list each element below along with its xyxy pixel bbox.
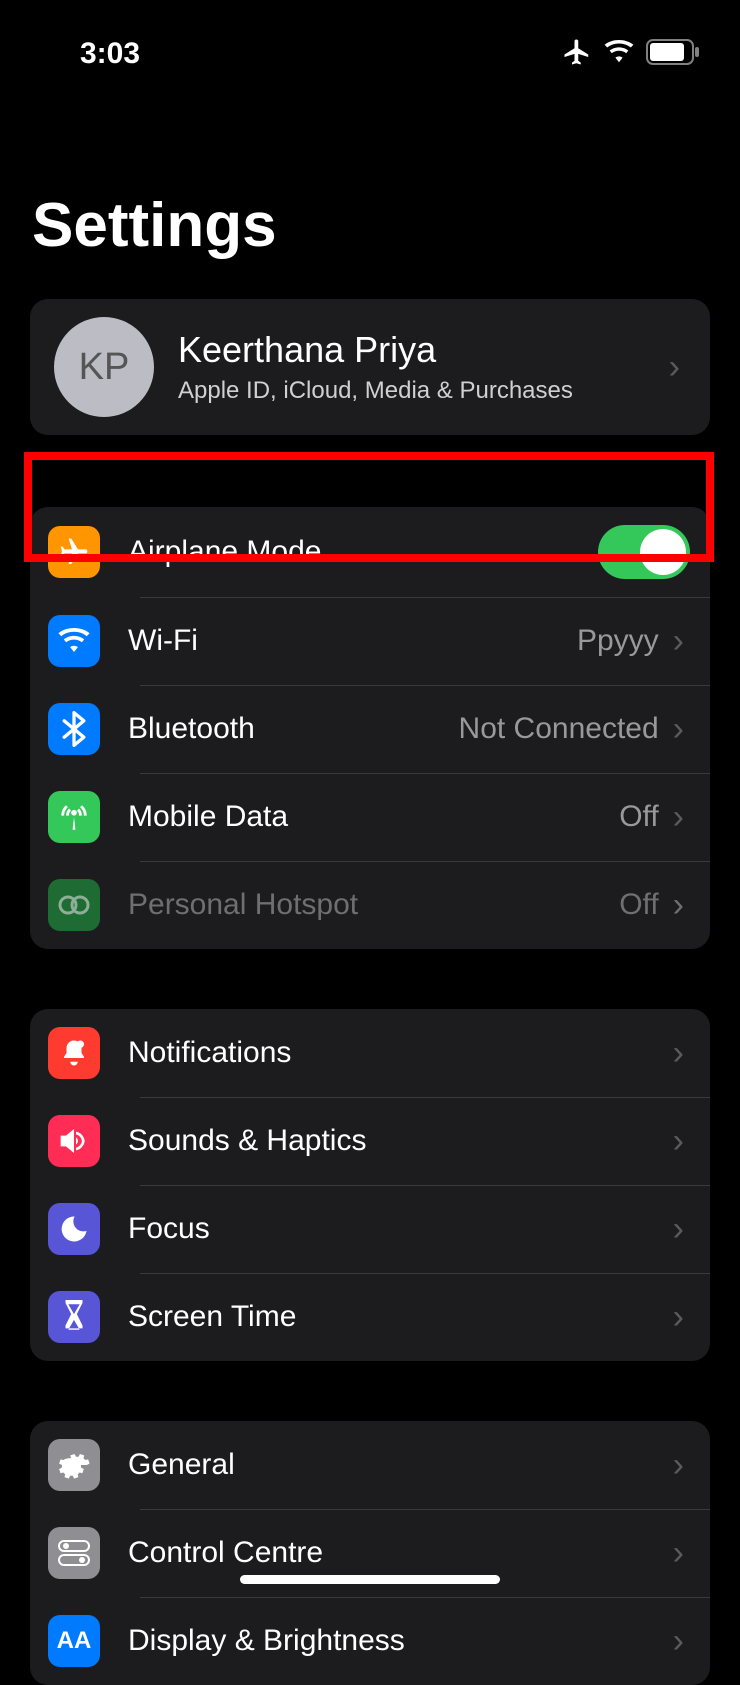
profile-subtitle: Apple ID, iCloud, Media & Purchases [178, 377, 645, 405]
control-centre-label: Control Centre [128, 1536, 673, 1570]
chevron-right-icon: › [673, 1622, 690, 1661]
airplane-mode-row[interactable]: Airplane Mode [30, 507, 710, 597]
chevron-right-icon: › [673, 798, 690, 837]
status-bar: 3:03 [0, 0, 740, 80]
general-group: General › Control Centre › AA Display & … [30, 1421, 710, 1685]
wifi-label: Wi-Fi [128, 624, 577, 658]
hotspot-label: Personal Hotspot [128, 888, 619, 922]
sounds-label: Sounds & Haptics [128, 1124, 673, 1158]
connectivity-group: Airplane Mode Wi-Fi Ppyyy › Bluetooth No… [30, 507, 710, 949]
chevron-right-icon: › [673, 1210, 690, 1249]
toggles-icon [48, 1527, 100, 1579]
profile-card: KP Keerthana Priya Apple ID, iCloud, Med… [30, 299, 710, 435]
display-brightness-row[interactable]: AA Display & Brightness › [30, 1597, 710, 1685]
status-time: 3:03 [80, 37, 140, 71]
chevron-right-icon: › [673, 1446, 690, 1485]
notifications-row[interactable]: Notifications › [30, 1009, 710, 1097]
bluetooth-label: Bluetooth [128, 712, 459, 746]
profile-row[interactable]: KP Keerthana Priya Apple ID, iCloud, Med… [30, 299, 710, 435]
hotspot-row[interactable]: Personal Hotspot Off › [30, 861, 710, 949]
mobile-data-row[interactable]: Mobile Data Off › [30, 773, 710, 861]
text-size-icon: AA [48, 1615, 100, 1667]
avatar: KP [54, 317, 154, 417]
page-title: Settings [0, 80, 740, 281]
status-icons [562, 37, 700, 72]
focus-label: Focus [128, 1212, 673, 1246]
notifications-label: Notifications [128, 1036, 673, 1070]
hourglass-icon [48, 1291, 100, 1343]
airplane-mode-label: Airplane Mode [128, 535, 598, 569]
chevron-right-icon: › [673, 1298, 690, 1337]
speaker-icon [48, 1115, 100, 1167]
wifi-icon [48, 615, 100, 667]
wifi-status-icon [604, 40, 634, 69]
general-row[interactable]: General › [30, 1421, 710, 1509]
chevron-right-icon: › [673, 886, 690, 925]
moon-icon [48, 1203, 100, 1255]
chevron-right-icon: › [673, 1534, 690, 1573]
mobile-data-value: Off [619, 800, 658, 834]
chevron-right-icon: › [669, 348, 686, 387]
focus-row[interactable]: Focus › [30, 1185, 710, 1273]
hotspot-value: Off [619, 888, 658, 922]
gear-icon [48, 1439, 100, 1491]
screen-time-label: Screen Time [128, 1300, 673, 1334]
screen-time-row[interactable]: Screen Time › [30, 1273, 710, 1361]
hotspot-icon [48, 879, 100, 931]
chevron-right-icon: › [673, 622, 690, 661]
airplane-status-icon [562, 37, 592, 72]
bluetooth-value: Not Connected [459, 712, 659, 746]
battery-status-icon [646, 39, 700, 70]
bluetooth-icon [48, 703, 100, 755]
home-indicator[interactable] [240, 1575, 500, 1584]
wifi-row[interactable]: Wi-Fi Ppyyy › [30, 597, 710, 685]
airplane-icon [48, 526, 100, 578]
chevron-right-icon: › [673, 1122, 690, 1161]
sounds-row[interactable]: Sounds & Haptics › [30, 1097, 710, 1185]
display-brightness-label: Display & Brightness [128, 1624, 673, 1658]
chevron-right-icon: › [673, 710, 690, 749]
profile-name: Keerthana Priya [178, 329, 645, 371]
general-label: General [128, 1448, 673, 1482]
wifi-value: Ppyyy [577, 624, 659, 658]
antenna-icon [48, 791, 100, 843]
airplane-mode-toggle[interactable] [598, 525, 690, 579]
chevron-right-icon: › [673, 1034, 690, 1073]
notifications-group: Notifications › Sounds & Haptics › Focus… [30, 1009, 710, 1361]
bell-icon [48, 1027, 100, 1079]
mobile-data-label: Mobile Data [128, 800, 619, 834]
bluetooth-row[interactable]: Bluetooth Not Connected › [30, 685, 710, 773]
